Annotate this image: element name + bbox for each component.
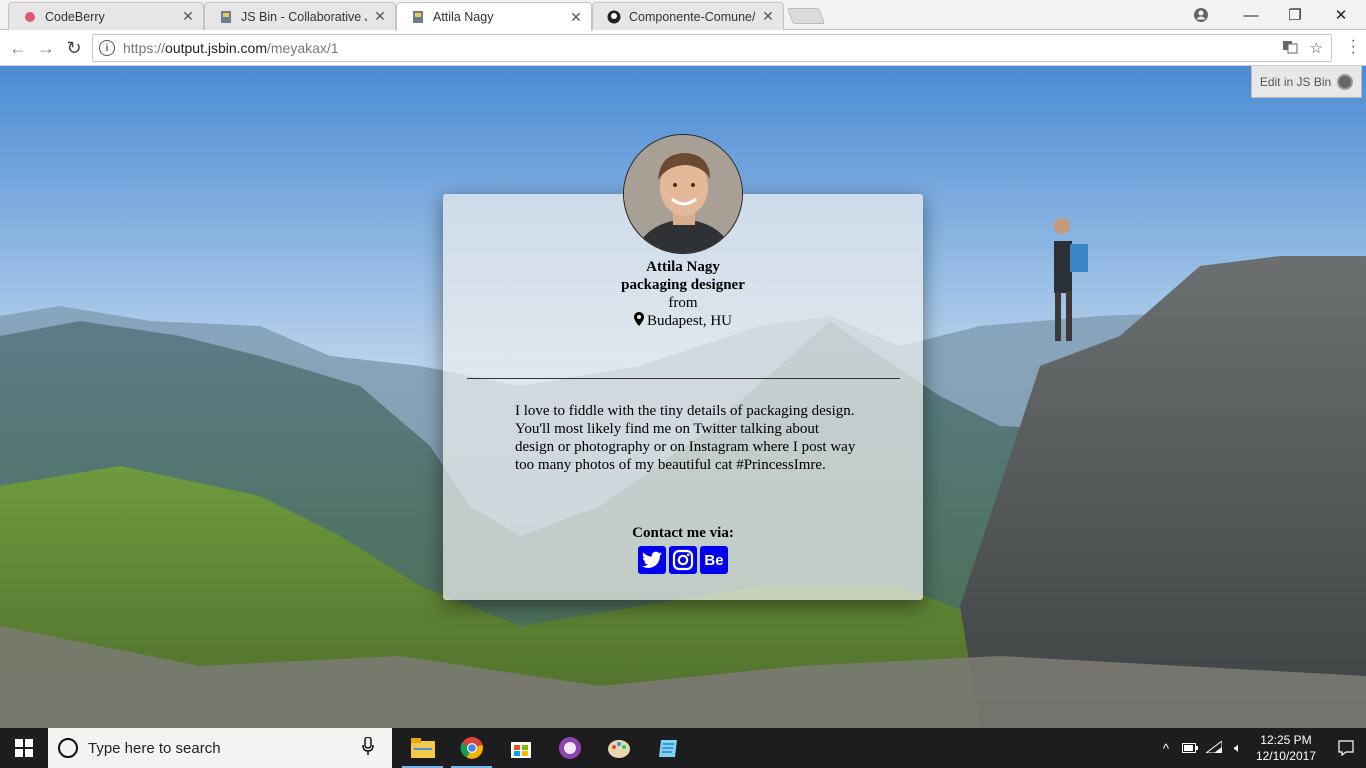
map-pin-icon xyxy=(634,312,644,326)
tab-title: Componente-Comune/N xyxy=(629,9,755,24)
profile-location-text: Budapest, HU xyxy=(647,313,732,329)
bookmark-star-icon[interactable]: ☆ xyxy=(1310,39,1323,59)
url-host: output.jsbin.com xyxy=(165,40,267,56)
clock-time: 12:25 PM xyxy=(1260,733,1312,747)
system-tray: ^ 🔈︎ 12:25 PM 12/10/2017 xyxy=(1154,728,1366,768)
browser-tab-strip: CodeBerry ✕ JS Bin - Collaborative Jav ✕… xyxy=(0,0,1366,31)
store-icon[interactable] xyxy=(496,728,545,768)
close-tab-icon[interactable]: ✕ xyxy=(373,8,387,25)
chrome-icon[interactable] xyxy=(447,728,496,768)
forward-arrow-icon[interactable]: → xyxy=(34,36,58,60)
reload-icon[interactable]: ↻ xyxy=(62,36,86,60)
contact-label: Contact me via: xyxy=(632,525,734,541)
windows-start-icon[interactable] xyxy=(0,728,48,768)
address-bar[interactable]: i https://output.jsbin.com/meyakax/1 ☆ xyxy=(92,34,1332,62)
tray-chevron-up-icon[interactable]: ^ xyxy=(1154,741,1178,756)
restore-button[interactable]: ❐ xyxy=(1272,0,1318,30)
instagram-link-icon[interactable] xyxy=(669,546,697,574)
profile-card: Attila Nagy packaging designer from Buda… xyxy=(443,134,923,600)
taskbar-search-box[interactable]: Type here to search xyxy=(48,728,392,768)
tab-attila-nagy[interactable]: Attila Nagy ✕ xyxy=(396,2,592,31)
page-viewport: Edit in JS Bin Attila Nagy packaging des… xyxy=(0,66,1366,728)
taskbar-search-placeholder: Type here to search xyxy=(88,739,221,757)
profile-avatar xyxy=(623,134,743,254)
profile-icon[interactable] xyxy=(1178,0,1224,30)
battery-icon[interactable] xyxy=(1178,741,1202,756)
jsbin-icon xyxy=(219,10,233,24)
tab-github[interactable]: Componente-Comune/N ✕ xyxy=(592,2,784,30)
purple-app-icon[interactable] xyxy=(545,728,594,768)
windows-taskbar: Type here to search ^ 🔈︎ 12:25 PM 12/10/… xyxy=(0,728,1366,768)
profile-name: Attila Nagy xyxy=(646,259,720,275)
codeberry-icon xyxy=(23,10,37,24)
new-tab-button[interactable] xyxy=(787,8,825,24)
edit-in-jsbin-label: Edit in JS Bin xyxy=(1259,74,1332,89)
close-tab-icon[interactable]: ✕ xyxy=(569,9,583,26)
github-icon xyxy=(607,10,621,24)
action-center-icon[interactable] xyxy=(1326,740,1366,756)
behance-glyph: Be xyxy=(704,551,724,569)
profile-divider xyxy=(467,378,900,379)
back-arrow-icon[interactable]: ← xyxy=(6,36,30,60)
edit-in-jsbin-button[interactable]: Edit in JS Bin xyxy=(1251,66,1362,98)
notes-app-icon[interactable] xyxy=(643,728,692,768)
site-info-icon[interactable]: i xyxy=(99,40,115,56)
profile-from-label: from xyxy=(668,295,698,311)
volume-icon[interactable]: 🔈︎ xyxy=(1226,740,1250,756)
jsbin-logo-icon xyxy=(1337,73,1354,90)
paint-icon[interactable] xyxy=(594,728,643,768)
wifi-icon[interactable] xyxy=(1202,739,1226,756)
tab-jsbin[interactable]: JS Bin - Collaborative Jav ✕ xyxy=(204,2,396,30)
profile-bio: I love to fiddle with the tiny details o… xyxy=(515,403,856,473)
browser-toolbar: ← → ↻ i https://output.jsbin.com/meyakax… xyxy=(0,30,1366,66)
profile-location: Budapest, HU xyxy=(443,312,923,330)
browser-menu-icon[interactable]: · · · xyxy=(1351,33,1356,61)
close-tab-icon[interactable]: ✕ xyxy=(181,8,195,25)
tab-codeberry[interactable]: CodeBerry ✕ xyxy=(8,2,204,30)
clock-date: 12/10/2017 xyxy=(1255,749,1316,763)
close-tab-icon[interactable]: ✕ xyxy=(761,8,775,25)
minimize-button[interactable]: — xyxy=(1228,0,1274,30)
jsbin-icon xyxy=(411,10,425,24)
tab-title: Attila Nagy xyxy=(433,10,494,24)
profile-role: packaging designer xyxy=(621,277,745,293)
tab-title: JS Bin - Collaborative Jav xyxy=(241,9,367,24)
microphone-icon[interactable] xyxy=(362,736,374,759)
translate-icon[interactable] xyxy=(1282,39,1298,59)
file-explorer-icon[interactable] xyxy=(398,728,447,768)
cortana-icon xyxy=(58,738,78,758)
behance-link-icon[interactable]: Be xyxy=(700,546,728,574)
url-path: /meyakax/1 xyxy=(266,40,339,56)
url-scheme: https:// xyxy=(123,40,166,56)
twitter-link-icon[interactable] xyxy=(638,546,666,574)
social-links: Be xyxy=(638,546,728,574)
close-window-button[interactable]: ✕ xyxy=(1318,0,1364,30)
tab-title: CodeBerry xyxy=(45,9,105,24)
taskbar-clock[interactable]: 12:25 PM 12/10/2017 xyxy=(1256,732,1316,764)
